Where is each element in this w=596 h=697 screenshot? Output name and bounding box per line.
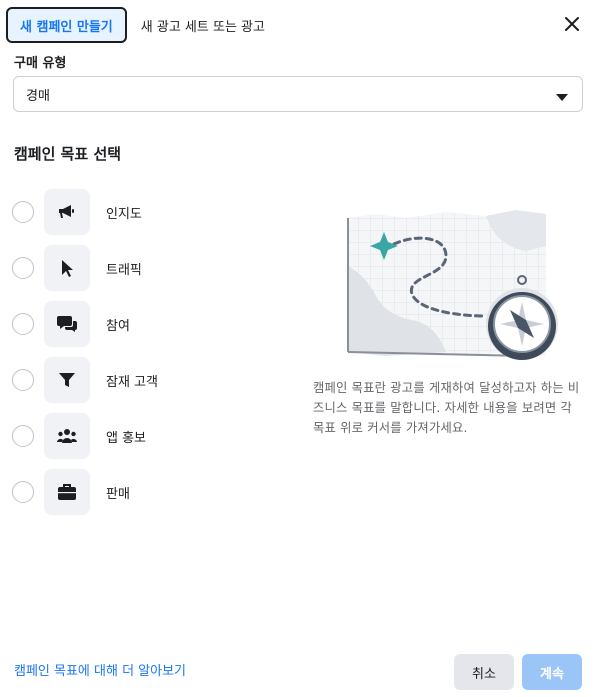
map-compass-illustration [346, 206, 560, 368]
objective-label: 트래픽 [106, 262, 142, 278]
objective-app-promotion[interactable]: 앱 홍보 [12, 408, 158, 464]
objective-description: 캠페인 목표란 광고를 게재하여 달성하고자 하는 비즈니스 목표를 말합니다.… [313, 381, 580, 435]
continue-button[interactable]: 계속 [522, 654, 582, 690]
objective-radio[interactable] [12, 313, 34, 335]
tab-new-ad-set-or-ad[interactable]: 새 광고 세트 또는 광고 [141, 7, 265, 43]
buying-type-label: 구매 유형 [14, 56, 67, 71]
people-icon [44, 413, 90, 459]
objective-awareness[interactable]: 인지도 [12, 184, 158, 240]
objective-engagement[interactable]: 참여 [12, 296, 158, 352]
objective-leads[interactable]: 잠재 고객 [12, 352, 158, 408]
buying-type-value: 경매 [26, 88, 50, 104]
objective-radio[interactable] [12, 201, 34, 223]
objective-radio[interactable] [12, 481, 34, 503]
chat-bubbles-icon [44, 301, 90, 347]
close-icon[interactable] [562, 14, 582, 34]
tab-new-campaign[interactable]: 새 캠페인 만들기 [6, 7, 127, 43]
objective-sales[interactable]: 판매 [12, 464, 158, 520]
objective-traffic[interactable]: 트래픽 [12, 240, 158, 296]
objective-radio[interactable] [12, 257, 34, 279]
objective-label: 판매 [106, 486, 130, 502]
objective-label: 참여 [106, 318, 130, 334]
buying-type-select[interactable]: 경매 [13, 76, 583, 112]
objective-list: 인지도 트래픽 참여 잠재 고객 앱 홍보 판매 [12, 184, 158, 520]
objective-label: 잠재 고객 [106, 374, 158, 390]
objective-radio[interactable] [12, 369, 34, 391]
megaphone-icon [44, 189, 90, 235]
cancel-button[interactable]: 취소 [454, 654, 514, 690]
objective-label: 인지도 [106, 206, 142, 222]
tab-bar: 새 캠페인 만들기 새 광고 세트 또는 광고 [6, 6, 265, 44]
funnel-icon [44, 357, 90, 403]
cursor-icon [44, 245, 90, 291]
learn-more-link[interactable]: 캠페인 목표에 대해 더 알아보기 [14, 660, 186, 679]
objective-label: 앱 홍보 [106, 430, 147, 446]
caret-down-icon [556, 91, 568, 106]
objective-radio[interactable] [12, 425, 34, 447]
objectives-title: 캠페인 목표 선택 [14, 145, 122, 163]
briefcase-icon [44, 469, 90, 515]
